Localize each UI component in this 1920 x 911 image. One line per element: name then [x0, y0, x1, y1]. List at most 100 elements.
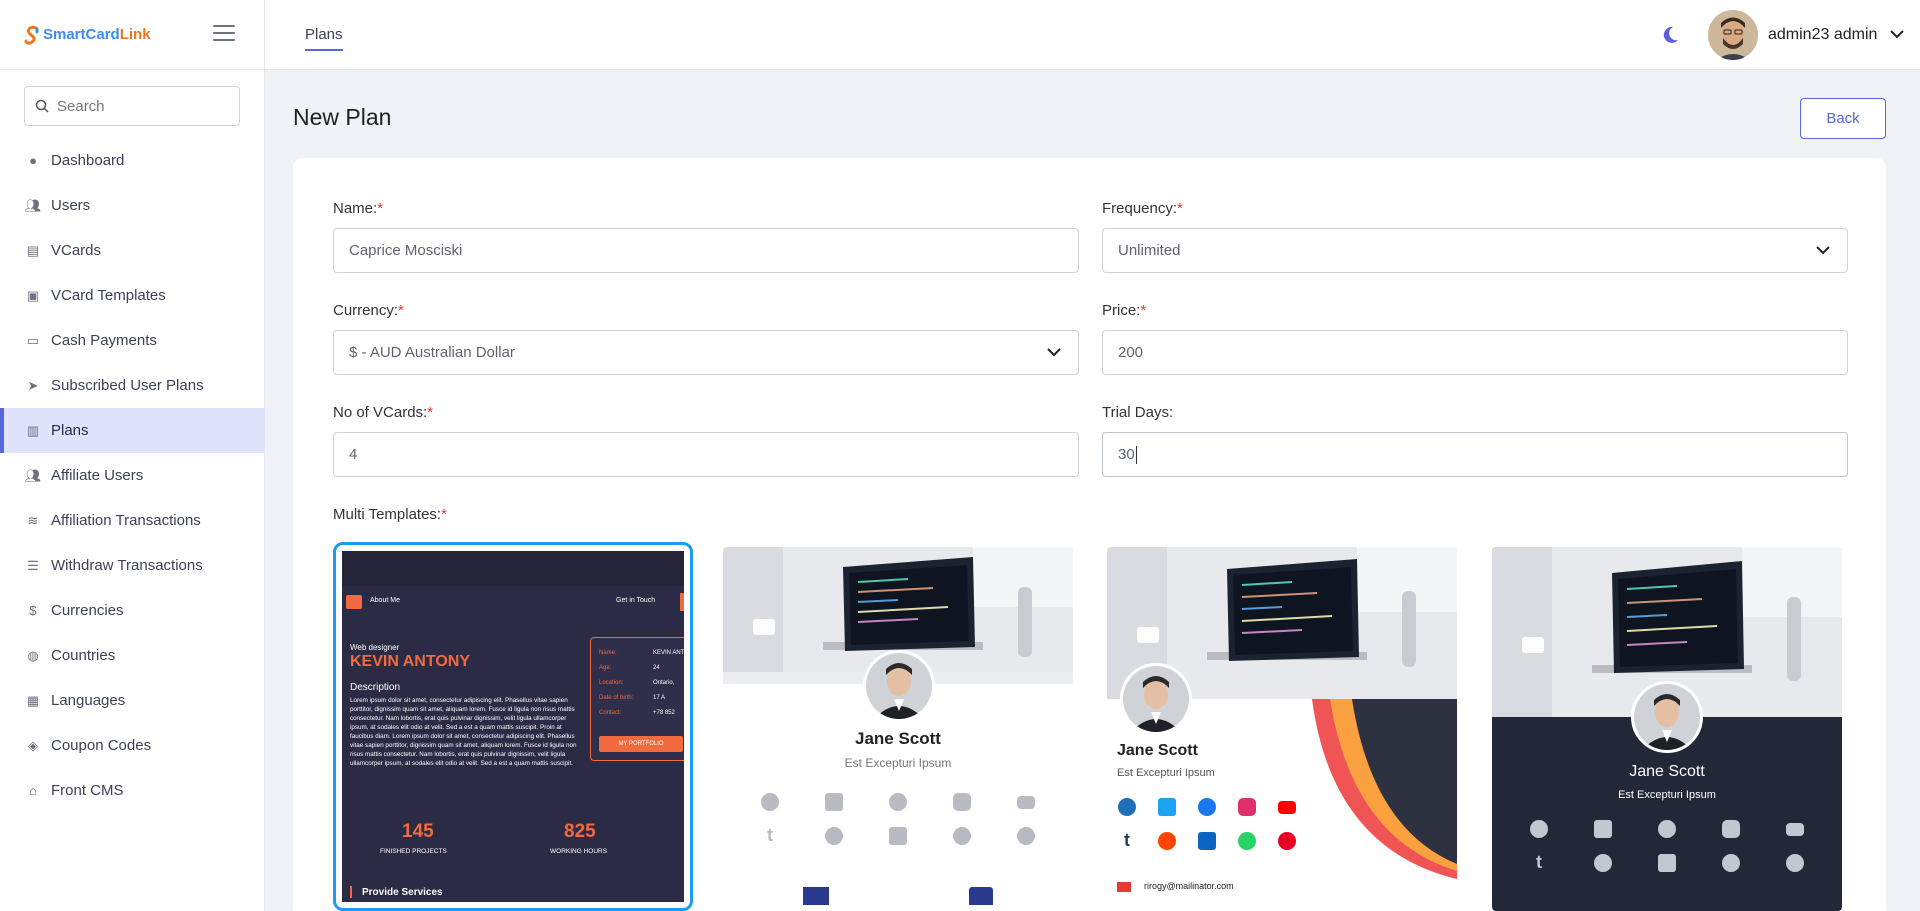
t1-about: About Me: [370, 597, 400, 604]
sidebar-item-coupon-codes[interactable]: ◈ Coupon Codes: [0, 723, 265, 768]
frequency-select[interactable]: Unlimited: [1102, 228, 1848, 273]
t2-person-name: Jane Scott: [855, 729, 941, 748]
back-button[interactable]: Back: [1800, 98, 1886, 139]
sidebar: SmartCardLink ●Dashboard 👥︎Users ▤VCards…: [0, 0, 265, 911]
sidebar-item-cash-payments[interactable]: ▭ Cash Payments: [0, 318, 265, 363]
t1-get-in-touch: Get in Touch: [616, 597, 656, 604]
instagram-icon: [1227, 798, 1267, 816]
t3-profile-photo: [1120, 663, 1192, 735]
template-card-2[interactable]: Jane Scott Est Excepturi Ipsum t: [723, 547, 1073, 911]
youtube-icon: [1763, 820, 1827, 838]
template-1-preview: About Me Get in Touch Web designer KEVIN…: [342, 551, 684, 902]
trial-days-input[interactable]: 30: [1102, 432, 1848, 477]
list-icon: ☰: [27, 557, 39, 573]
tumblr-icon: t: [1124, 830, 1130, 850]
birthday-cake-icon: [969, 887, 993, 905]
t4-social-icons: t: [1507, 820, 1827, 873]
reddit-icon: [802, 825, 866, 846]
currency-label: Currency:*: [333, 302, 404, 319]
chevron-down-icon: [1816, 246, 1830, 255]
sidebar-item-countries[interactable]: ◍ Countries: [0, 633, 265, 678]
envelope-icon: [1117, 882, 1131, 892]
twitter-icon: [1571, 820, 1635, 838]
t1-name: KEVIN ANTONY: [350, 653, 471, 670]
t1-services: Provide Services: [362, 887, 443, 898]
sidebar-item-plans[interactable]: ▥ Plans: [0, 408, 265, 453]
top-header: Plans admin23 admin: [265, 0, 1920, 70]
tumblr-icon: t: [1536, 852, 1542, 872]
vcard-icon: ▤: [26, 242, 40, 258]
t1-stat2-label: WORKING HOURS: [550, 848, 608, 855]
currency-select[interactable]: $ - AUD Australian Dollar: [333, 330, 1079, 375]
whatsapp-icon: [930, 825, 994, 846]
sidebar-item-withdraw-transactions[interactable]: ☰ Withdraw Transactions: [0, 543, 265, 588]
t2-person-title: Est Excepturi Ipsum: [844, 756, 952, 770]
globe-icon: [738, 793, 802, 811]
sidebar-item-affiliation-transactions[interactable]: ≋ Affiliation Transactions: [0, 498, 265, 543]
search-icon: [35, 99, 49, 113]
facebook-icon: [1635, 820, 1699, 838]
chevron-down-icon: [1047, 348, 1061, 357]
text-cursor: [1135, 445, 1137, 464]
t3-person-title: Est Excepturi Ipsum: [1117, 767, 1215, 779]
brand-name: SmartCardLink: [43, 26, 151, 43]
template-1-topbar: [342, 551, 684, 586]
price-label: Price:*: [1102, 302, 1147, 319]
sidebar-item-languages[interactable]: ▦ Languages: [0, 678, 265, 723]
template-card-4[interactable]: Jane Scott Est Excepturi Ipsum t: [1492, 547, 1842, 911]
price-input[interactable]: 200: [1102, 330, 1848, 375]
users-icon: 👥︎: [24, 197, 42, 213]
template-card-3[interactable]: Jane Scott Est Excepturi Ipsum t rirogy@…: [1107, 547, 1457, 911]
user-name[interactable]: admin23 admin: [1768, 26, 1877, 44]
name-label: Name:*: [333, 200, 384, 217]
sidebar-item-vcard-templates[interactable]: ▣ VCard Templates: [0, 273, 265, 318]
brand-logo-icon: [24, 25, 39, 45]
whatsapp-icon: [1699, 852, 1763, 873]
user-avatar[interactable]: [1708, 10, 1758, 60]
sidebar-item-dashboard[interactable]: ● Dashboard: [0, 138, 265, 183]
search-input[interactable]: [57, 97, 227, 115]
frequency-label: Frequency:*: [1102, 200, 1183, 217]
name-input[interactable]: Caprice Mosciski: [333, 228, 1079, 273]
dark-mode-moon-icon[interactable]: [1660, 25, 1680, 45]
t4-person-name: Jane Scott: [1629, 763, 1705, 780]
linkedin-icon: [1187, 830, 1227, 851]
instagram-icon: [930, 793, 994, 811]
sidebar-item-affiliate-users[interactable]: 👥︎ Affiliate Users: [0, 453, 265, 498]
whatsapp-icon: [1227, 830, 1267, 851]
t3-person-name: Jane Scott: [1117, 742, 1198, 759]
home-icon: [346, 595, 362, 609]
menu-toggle-icon[interactable]: [213, 25, 235, 43]
t1-portfolio-button: MY PORTFOLIO: [599, 736, 683, 752]
t4-profile-photo: [1631, 681, 1703, 753]
t1-services-bar: [350, 886, 352, 898]
vcard-template-icon: ▣: [26, 287, 40, 303]
sidebar-item-vcards[interactable]: ▤ VCards: [0, 228, 265, 273]
t3-social-icons: t: [1107, 798, 1307, 851]
sidebar-item-users[interactable]: 👥︎ Users: [0, 183, 265, 228]
breadcrumb-plans[interactable]: Plans: [305, 26, 343, 51]
t3-email: rirogy@mailinator.com: [1144, 881, 1234, 891]
linkedin-icon: [1635, 852, 1699, 873]
cash-icon: ▭: [26, 332, 40, 348]
sidebar-item-currencies[interactable]: $ Currencies: [0, 588, 265, 633]
facebook-icon: [866, 793, 930, 811]
tag-icon: ◈: [28, 737, 38, 753]
pinterest-icon: [1763, 852, 1827, 873]
sidebar-item-front-cms[interactable]: ⌂ Front CMS: [0, 768, 265, 813]
coins-icon: ≋: [27, 512, 39, 528]
pinterest-icon: [1267, 830, 1307, 851]
templates-label: Multi Templates:*: [333, 506, 447, 523]
chevron-down-icon[interactable]: [1889, 28, 1905, 40]
youtube-icon: [1267, 798, 1307, 816]
trial-days-label: Trial Days:: [1102, 404, 1174, 421]
twitter-icon: [802, 793, 866, 811]
globe-icon: [1107, 798, 1147, 816]
vcards-input[interactable]: 4: [333, 432, 1079, 477]
reddit-icon: [1571, 852, 1635, 873]
sidebar-item-subscribed-user-plans[interactable]: ➤ Subscribed User Plans: [0, 363, 265, 408]
sidebar-search[interactable]: [24, 86, 240, 126]
template-card-1[interactable]: About Me Get in Touch Web designer KEVIN…: [333, 542, 693, 911]
twitter-icon: [1147, 798, 1187, 816]
pinterest-icon: [994, 825, 1058, 846]
